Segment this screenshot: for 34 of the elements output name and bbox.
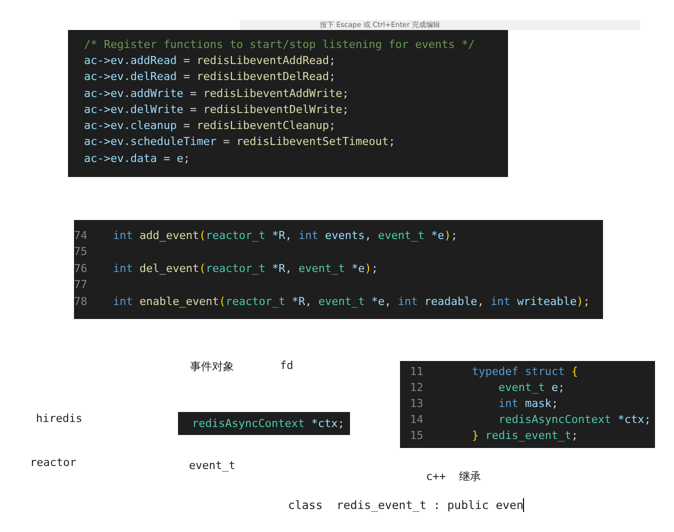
code-line: event_t e; [497, 380, 565, 394]
line-number: 12 [410, 380, 424, 394]
line-number: 76 [74, 262, 88, 275]
note-text: c++ 继承 [426, 469, 482, 484]
code-line: redisAsyncContext *ctx; [192, 417, 344, 430]
code-line: ac->ev.delRead = redisLibeventDelRead; [84, 70, 336, 84]
line-number: 14 [410, 412, 424, 426]
note-text: event_t [189, 459, 236, 472]
code-line: } redis_event_t; [472, 428, 578, 442]
code-line: int add_event(reactor_t *R, int events, event_t *e); [113, 228, 458, 242]
code-line: ac->ev.addWrite = redisLibeventAddWrite; [84, 86, 349, 100]
code-line: /* Register functions to start/stop listening for events */ [84, 38, 475, 51]
code-line: ac->ev.delWrite = redisLibeventDelWrite; [84, 102, 349, 116]
line-number: 78 [74, 294, 88, 308]
code-line: typedef struct { [472, 364, 578, 378]
line-number: 13 [410, 396, 424, 410]
note-text: hiredis [36, 412, 82, 425]
line-number: 77 [74, 278, 88, 292]
code-line: int mask; [497, 396, 558, 410]
text-input[interactable]: class redis_event_t : public even [288, 498, 524, 512]
note-text: fd [280, 359, 294, 372]
note-text: 事件对象 [190, 359, 234, 374]
code-line: ac->ev.scheduleTimer = redisLibeventSetTimeout; [84, 135, 396, 148]
code-line: int del_event(reactor_t *R, event_t *e); [113, 262, 378, 275]
code-line: ac->ev.addRead = redisLibeventAddRead; [84, 54, 336, 67]
line-number: 15 [410, 428, 424, 442]
line-number: 74 [74, 228, 88, 242]
code-line: redisAsyncContext *ctx; [497, 412, 651, 426]
line-number: 75 [74, 245, 88, 258]
code-line: int enable_event(reactor_t *R, event_t *e, int readable, int writeable); [113, 294, 590, 308]
note-text: reactor [30, 456, 76, 469]
line-number: 11 [410, 364, 424, 378]
code-line: ac->ev.data = e; [84, 152, 190, 165]
code-line: ac->ev.cleanup = redisLibeventCleanup; [84, 119, 336, 132]
